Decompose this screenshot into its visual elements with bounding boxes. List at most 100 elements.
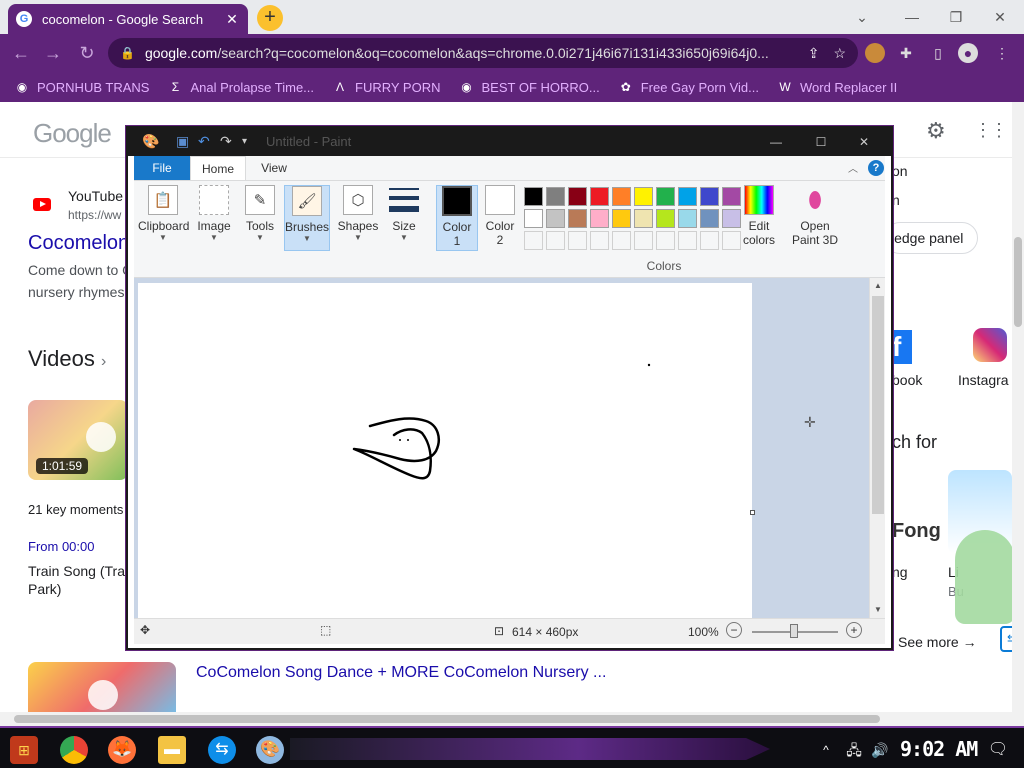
zoom-in-button[interactable]: + bbox=[846, 622, 862, 638]
browser-tab[interactable]: G cocomelon - Google Search ✕ bbox=[8, 4, 248, 34]
video-title[interactable]: Train Song (Trai bbox=[28, 563, 128, 579]
brushes-group[interactable]: 🖌 Brushes ▼ bbox=[284, 185, 330, 251]
palette-swatch[interactable] bbox=[700, 187, 719, 206]
undo-icon[interactable]: ↶ bbox=[198, 133, 210, 150]
notifications-icon[interactable]: 🗨 bbox=[984, 736, 1012, 764]
help-icon[interactable]: ? bbox=[868, 160, 884, 176]
restore-button[interactable]: ❐ bbox=[942, 6, 970, 28]
tab-home[interactable]: Home bbox=[190, 156, 246, 180]
scroll-thumb[interactable] bbox=[872, 296, 884, 514]
palette-swatch-empty[interactable] bbox=[612, 231, 631, 250]
zoom-slider-thumb[interactable] bbox=[790, 624, 798, 638]
palette-swatch[interactable] bbox=[568, 209, 587, 228]
zoom-out-button[interactable]: − bbox=[726, 622, 742, 638]
size-group[interactable]: Size ▼ bbox=[386, 185, 422, 242]
palette-swatch[interactable] bbox=[678, 209, 697, 228]
palette-swatch[interactable] bbox=[612, 209, 631, 228]
palette-swatch[interactable] bbox=[524, 209, 543, 228]
firefox-taskbar-icon[interactable]: 🦊 bbox=[108, 736, 136, 764]
side-panel-icon[interactable]: ▯ bbox=[928, 43, 948, 63]
address-bar[interactable]: 🔒 google.com/search?q=cocomelon&oq=cocom… bbox=[108, 38, 858, 68]
videos-heading[interactable]: Videos › bbox=[28, 346, 106, 372]
tab-file[interactable]: File bbox=[134, 156, 190, 180]
redo-icon[interactable]: ↷ bbox=[220, 133, 232, 150]
page-vertical-scrollbar[interactable] bbox=[1012, 102, 1024, 712]
palette-swatch-empty[interactable] bbox=[590, 231, 609, 250]
paint-taskbar-icon[interactable]: 🎨 bbox=[256, 736, 284, 764]
see-more-link[interactable]: See more → bbox=[898, 634, 977, 650]
related-label[interactable]: ng bbox=[892, 564, 908, 580]
network-icon[interactable]: 🖧 bbox=[840, 736, 868, 764]
customize-quick-access-icon[interactable]: ▾ bbox=[242, 136, 247, 147]
canvas-area[interactable]: ✛ bbox=[134, 278, 869, 618]
palette-swatch-empty[interactable] bbox=[678, 231, 697, 250]
palette-swatch[interactable] bbox=[568, 187, 587, 206]
page-horizontal-scrollbar[interactable] bbox=[0, 712, 1024, 726]
new-tab-button[interactable]: + bbox=[257, 5, 283, 31]
palette-swatch-empty[interactable] bbox=[656, 231, 675, 250]
chrome-taskbar-icon[interactable] bbox=[60, 736, 88, 764]
from-time-link[interactable]: From 00:00 bbox=[28, 539, 94, 554]
back-icon[interactable]: ← bbox=[10, 42, 32, 64]
palette-swatch[interactable] bbox=[590, 209, 609, 228]
canvas-vertical-scrollbar[interactable]: ▲ ▼ bbox=[869, 278, 885, 618]
file-explorer-taskbar-icon[interactable]: ▬ bbox=[158, 736, 186, 764]
resize-handle[interactable] bbox=[750, 510, 755, 515]
open-paint3d-button[interactable]: ⬮ Open Paint 3D bbox=[790, 185, 840, 247]
bookmark-item[interactable]: Σ Anal Prolapse Time... bbox=[167, 79, 314, 95]
paint-close-button[interactable]: ✕ bbox=[844, 132, 884, 152]
chrome-menu-icon[interactable]: ⋮ bbox=[992, 43, 1012, 63]
forward-icon[interactable]: → bbox=[42, 42, 64, 64]
paint-maximize-button[interactable]: ☐ bbox=[801, 132, 841, 152]
extensions-puzzle-icon[interactable]: ✚ bbox=[896, 43, 916, 63]
save-icon[interactable]: ▣ bbox=[176, 133, 189, 150]
bookmark-item[interactable]: Λ FURRY PORN bbox=[332, 79, 441, 95]
video-thumbnail[interactable] bbox=[28, 662, 176, 712]
bookmark-item[interactable]: ◉ PORNHUB TRANS bbox=[14, 79, 150, 95]
edit-colors-button[interactable]: Edit colors bbox=[738, 185, 780, 247]
video-title-link[interactable]: CoComelon Song Dance + MORE CoComelon Nu… bbox=[196, 664, 606, 682]
palette-swatch[interactable] bbox=[634, 209, 653, 228]
facebook-icon[interactable]: f bbox=[892, 330, 912, 364]
palette-swatch[interactable] bbox=[678, 187, 697, 206]
palette-swatch[interactable] bbox=[656, 209, 675, 228]
bookmark-item[interactable]: ✿ Free Gay Porn Vid... bbox=[618, 79, 759, 95]
taskbar-clock[interactable]: 9:02 AM bbox=[900, 737, 978, 761]
paint-minimize-button[interactable]: — bbox=[756, 132, 796, 152]
teamviewer-taskbar-icon[interactable]: ⇆ bbox=[208, 736, 236, 764]
palette-swatch-empty[interactable] bbox=[546, 231, 565, 250]
palette-swatch[interactable] bbox=[656, 187, 675, 206]
minimize-button[interactable]: — bbox=[898, 6, 926, 28]
palette-swatch[interactable] bbox=[634, 187, 653, 206]
bookmark-item[interactable]: W Word Replacer II bbox=[777, 79, 897, 95]
clipboard-group[interactable]: 📋 Clipboard ▼ bbox=[138, 185, 189, 242]
bookmark-item[interactable]: ◉ BEST OF HORRO... bbox=[459, 79, 599, 95]
show-hidden-icons[interactable]: ^ bbox=[812, 736, 840, 764]
palette-swatch[interactable] bbox=[524, 187, 543, 206]
color2-button[interactable]: Color 2 bbox=[480, 185, 520, 247]
tab-search-icon[interactable]: ⌄ bbox=[848, 6, 876, 28]
facebook-label[interactable]: book bbox=[892, 372, 922, 388]
start-button-icon[interactable]: ⊞ bbox=[10, 736, 38, 764]
palette-swatch[interactable] bbox=[612, 187, 631, 206]
key-moments[interactable]: 21 key moments bbox=[28, 502, 123, 517]
extension-avatar-icon[interactable] bbox=[865, 43, 885, 63]
google-logo[interactable]: Google bbox=[33, 118, 112, 149]
paint-app-icon[interactable]: 🎨 bbox=[142, 133, 159, 150]
drawing-canvas[interactable] bbox=[138, 283, 755, 618]
reload-icon[interactable]: ↻ bbox=[76, 42, 98, 64]
palette-swatch-empty[interactable] bbox=[634, 231, 653, 250]
color1-button[interactable]: Color 1 bbox=[436, 185, 478, 251]
collapse-ribbon-icon[interactable]: ︿ bbox=[848, 160, 858, 175]
shapes-group[interactable]: ⬡ Shapes ▼ bbox=[336, 185, 380, 242]
scroll-down-icon[interactable]: ▼ bbox=[870, 602, 886, 618]
video-thumbnail[interactable]: 1:01:59 bbox=[28, 400, 128, 480]
instagram-icon[interactable] bbox=[973, 328, 1007, 362]
volume-icon[interactable]: 🔊 bbox=[866, 736, 894, 764]
palette-swatch[interactable] bbox=[546, 187, 565, 206]
share-icon[interactable]: ⇪ bbox=[808, 45, 820, 62]
tab-view[interactable]: View bbox=[246, 156, 302, 180]
scroll-up-icon[interactable]: ▲ bbox=[870, 278, 886, 294]
palette-swatch[interactable] bbox=[590, 187, 609, 206]
paint-title-bar[interactable]: 🎨 ▣ ↶ ↷ ▾ Untitled - Paint — ☐ ✕ bbox=[128, 128, 891, 156]
